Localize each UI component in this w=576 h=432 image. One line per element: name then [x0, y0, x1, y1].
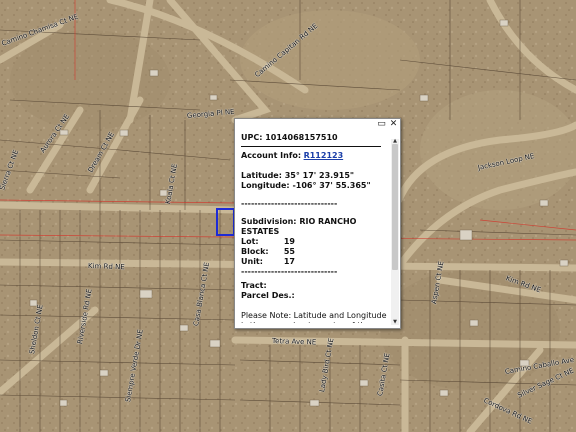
unit-label: Unit: [241, 257, 263, 266]
divider [241, 146, 381, 147]
account-row: Account Info: R112123 [241, 151, 389, 161]
longitude-row: Longitude: -106° 37' 55.365" [241, 181, 389, 191]
latitude-value: 35° 17' 23.915" [284, 171, 355, 180]
separator: ----------------------------- [241, 267, 338, 276]
account-link[interactable]: R112123 [304, 151, 344, 161]
tract-label: Tract: [241, 281, 267, 290]
upc-value: 1014068157510 [265, 133, 338, 142]
scrollbar-thumb[interactable] [392, 144, 398, 270]
block-value: 55 [283, 247, 295, 256]
parcel-description-label: Parcel Des.: [241, 291, 295, 300]
minimize-icon[interactable]: ▭ [377, 120, 386, 129]
upc-row: UPC: 1014068157510 [241, 133, 389, 143]
aerial-map[interactable]: Camino Chamisa Ct NE Camino Capitan Rd N… [0, 0, 576, 432]
unit-value: 17 [283, 257, 295, 266]
road-label: Tetra Ave NE [271, 337, 317, 347]
longitude-label: Longitude: [241, 181, 290, 190]
separator: ----------------------------- [241, 199, 338, 208]
longitude-value: -106° 37' 55.365" [292, 181, 371, 190]
disclaimer-note: Please Note: Latitude and Longitude is t… [241, 311, 387, 323]
latitude-row: Latitude: 35° 17' 23.915" [241, 171, 389, 181]
block-row: Block: 55 [241, 247, 389, 257]
scroll-down-icon[interactable]: ▼ [391, 320, 399, 325]
unit-row: Unit: 17 [241, 257, 389, 267]
close-icon[interactable]: ✕ [389, 120, 398, 129]
popup-scrollbar[interactable]: ▲ ▼ [391, 139, 399, 325]
latitude-label: Latitude: [241, 171, 282, 180]
subdivision-row: Subdivision: RIO RANCHO ESTATES [241, 217, 389, 237]
block-label: Block: [241, 247, 269, 256]
popup-titlebar: ▭ ✕ [235, 119, 400, 130]
lot-value: 19 [283, 237, 295, 246]
popup-content: UPC: 1014068157510 Account Info: R112123… [241, 133, 389, 323]
road-label: Kim Rd NE [87, 262, 125, 272]
subdivision-label: Subdivision: [241, 217, 297, 226]
lot-row: Lot: 19 [241, 237, 389, 247]
upc-label: UPC: [241, 133, 263, 142]
lot-label: Lot: [241, 237, 259, 246]
parcel-info-popup: ▭ ✕ UPC: 1014068157510 Account Info: R11… [234, 118, 401, 329]
account-label: Account Info: [241, 151, 302, 160]
